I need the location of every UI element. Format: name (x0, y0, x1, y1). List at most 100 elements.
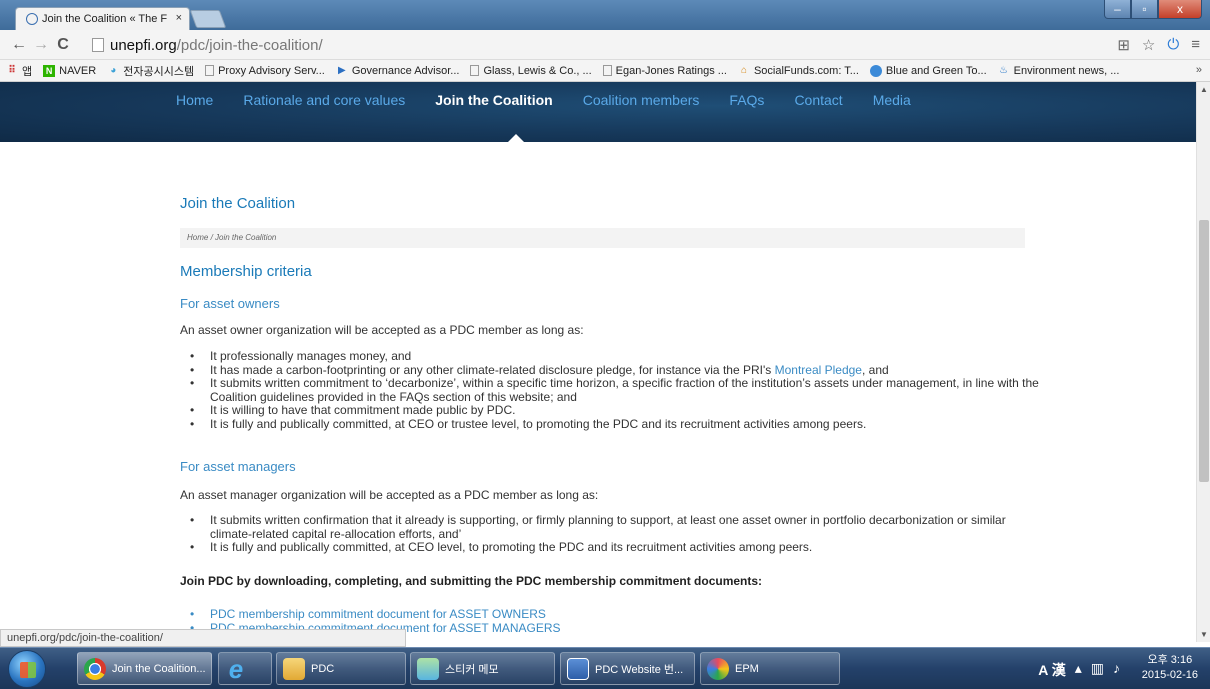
close-window-button[interactable]: x (1158, 0, 1202, 19)
system-clock[interactable]: 오후 3:16 2015-02-16 (1142, 653, 1198, 683)
toolbar-actions: ⊞ ☆ ⏻ ≡ (1117, 36, 1200, 54)
join-instructions: Join PDC by downloading, completing, and… (180, 574, 763, 588)
page-icon (602, 65, 612, 76)
nav-rationale-and-core-values[interactable]: Rationale and core values (243, 92, 405, 108)
asset-managers-list: It submits written confirmation that it … (190, 513, 1040, 555)
taskbar-item[interactable]: 스티커 메모 (410, 652, 555, 685)
bookmark-item[interactable]: Egan-Jones Ratings ... (602, 64, 727, 77)
site-nav: Home Rationale and core values Join the Co… (176, 92, 911, 108)
site-header: Home Rationale and core values Join the Co… (0, 82, 1196, 142)
env-icon: ♨ (999, 64, 1009, 76)
back-button[interactable]: ← (8, 36, 30, 54)
reload-button[interactable]: C (52, 36, 74, 54)
browser-tabstrip: Join the Coalition « The F × – ▫ x (0, 0, 1210, 30)
bookmark-label: Governance Advisor... (351, 64, 460, 77)
nav-coalition-members[interactable]: Coalition members (583, 92, 700, 108)
bookmark-star-icon[interactable]: ☆ (1142, 36, 1155, 54)
list-item: It has made a carbon-footprinting or any… (190, 363, 1040, 378)
browser-toolbar: ← → C unepfi.org/pdc/join-the-coalition/… (0, 30, 1210, 60)
start-button[interactable] (8, 650, 46, 688)
extension-icon[interactable]: ⏻ (1167, 36, 1179, 54)
bookmark-label: NAVER (59, 64, 97, 77)
page-icon (470, 65, 480, 76)
tab-close-icon[interactable]: × (176, 12, 182, 24)
bookmark-item[interactable]: ▶ Governance Advisor... (336, 64, 460, 77)
dart-icon: ◕ (110, 64, 117, 76)
asset-managers-intro: An asset manager organization will be ac… (180, 488, 599, 502)
document-link[interactable]: PDC membership commitment document for A… (190, 607, 561, 622)
word-icon (567, 657, 589, 680)
bookmark-item[interactable]: ⠿ 앱 (6, 63, 32, 79)
minimize-button[interactable]: – (1104, 0, 1131, 19)
forward-button[interactable]: → (30, 36, 52, 54)
page-icon (92, 38, 104, 52)
url-host: unepfi.org (110, 36, 177, 54)
list-item: It submits written commitment to ‘decarb… (190, 376, 1040, 404)
asset-owners-list: It professionally manages money, andIt h… (190, 349, 1040, 432)
bookmark-label: Egan-Jones Ratings ... (615, 64, 727, 77)
network-icon[interactable]: ▥ (1091, 660, 1104, 680)
bookmark-label: Glass, Lewis & Co., ... (483, 64, 592, 77)
list-item: It is willing to have that commitment ma… (190, 403, 1040, 418)
naver-icon: N (43, 64, 56, 77)
apps-icon: ⠿ (8, 64, 16, 76)
taskbar-item[interactable]: PDC Website 번... (560, 652, 695, 685)
bookmark-item[interactable]: Glass, Lewis & Co., ... (470, 64, 592, 77)
tray-expand-icon[interactable]: ▴ (1075, 660, 1082, 680)
taskbar-item[interactable]: Join the Coalition... (77, 652, 212, 685)
address-bar[interactable]: unepfi.org/pdc/join-the-coalition/ (92, 34, 1102, 56)
list-item: It submits written confirmation that it … (190, 513, 1040, 541)
ie-icon: e (228, 653, 244, 684)
system-tray: A 漢 ▴ ▥ ♪ (1038, 660, 1120, 680)
bookmark-item[interactable]: ♨ Environment news, ... (998, 64, 1119, 77)
page-scrollbar[interactable]: ▲ ▼ (1196, 82, 1210, 642)
tab-title: Join the Coalition « The F (42, 13, 168, 25)
maximize-button[interactable]: ▫ (1131, 0, 1158, 19)
menu-icon[interactable]: ≡ (1191, 36, 1200, 54)
bookmark-item[interactable]: Proxy Advisory Serv... (205, 65, 325, 77)
taskbar-item-label: 스티커 메모 (445, 663, 499, 676)
browser-tab[interactable]: Join the Coalition « The F × (15, 7, 190, 30)
bookmark-label: SocialFunds.com: T... (753, 64, 859, 77)
new-tab-button[interactable] (189, 10, 227, 28)
house-icon: ⌂ (740, 64, 747, 76)
windows-logo-icon (20, 662, 36, 678)
globe-icon (869, 64, 882, 77)
nav-faqs[interactable]: FAQs (729, 92, 764, 108)
bookmark-label: 앱 (22, 65, 33, 78)
page-favicon-icon (26, 13, 38, 25)
taskbar-item-label: Join the Coalition... (112, 662, 206, 675)
scroll-down-icon[interactable]: ▼ (1200, 630, 1208, 639)
asset-managers-heading: For asset managers (180, 459, 296, 474)
taskbar-item[interactable]: PDC (276, 652, 406, 685)
scrollbar-thumb[interactable] (1199, 220, 1209, 482)
bookmarks-overflow-button[interactable]: » (1196, 64, 1202, 76)
nav-contact[interactable]: Contact (794, 92, 842, 108)
list-item: It is fully and publically committed, at… (190, 417, 1040, 432)
nav-home[interactable]: Home (176, 92, 213, 108)
bookmark-label: Blue and Green To... (885, 64, 987, 77)
bookmark-item[interactable]: Blue and Green To... (869, 64, 987, 77)
ime-indicator[interactable]: A 漢 (1038, 660, 1065, 680)
translate-icon[interactable]: ⊞ (1117, 36, 1130, 54)
breadcrumb[interactable]: Home / Join the Coalition (180, 228, 1025, 248)
nav-media[interactable]: Media (873, 92, 911, 108)
asset-owners-intro: An asset owner organization will be acce… (180, 323, 584, 337)
bookmark-item[interactable]: ◕ 전자공시시스템 (107, 63, 194, 79)
taskbar-item-label: PDC Website 번... (595, 663, 684, 676)
volume-icon[interactable]: ♪ (1113, 660, 1120, 680)
bookmarks-bar: ⠿ 앱 N NAVER ◕ 전자공시시스템 Proxy Advisory Serv... ▶ G… (0, 60, 1210, 82)
list-item: It professionally manages money, and (190, 349, 1040, 364)
nav-join-the-coalition[interactable]: Join the Coalition (435, 92, 552, 108)
bookmark-label: 전자공시시스템 (123, 65, 195, 78)
chrome-icon (84, 657, 106, 680)
scroll-up-icon[interactable]: ▲ (1200, 85, 1208, 94)
bookmark-item[interactable]: N NAVER (43, 64, 97, 77)
bookmark-item[interactable]: ⌂ SocialFunds.com: T... (738, 65, 859, 77)
taskbar-item-label: EPM (735, 662, 759, 675)
taskbar-item[interactable]: EPM (700, 652, 840, 685)
taskbar-item-label: PDC (311, 662, 335, 675)
montreal-pledge-link[interactable]: Montreal Pledge (775, 363, 862, 377)
taskbar-item[interactable]: e (218, 652, 272, 685)
membership-criteria-heading: Membership criteria (180, 263, 312, 280)
